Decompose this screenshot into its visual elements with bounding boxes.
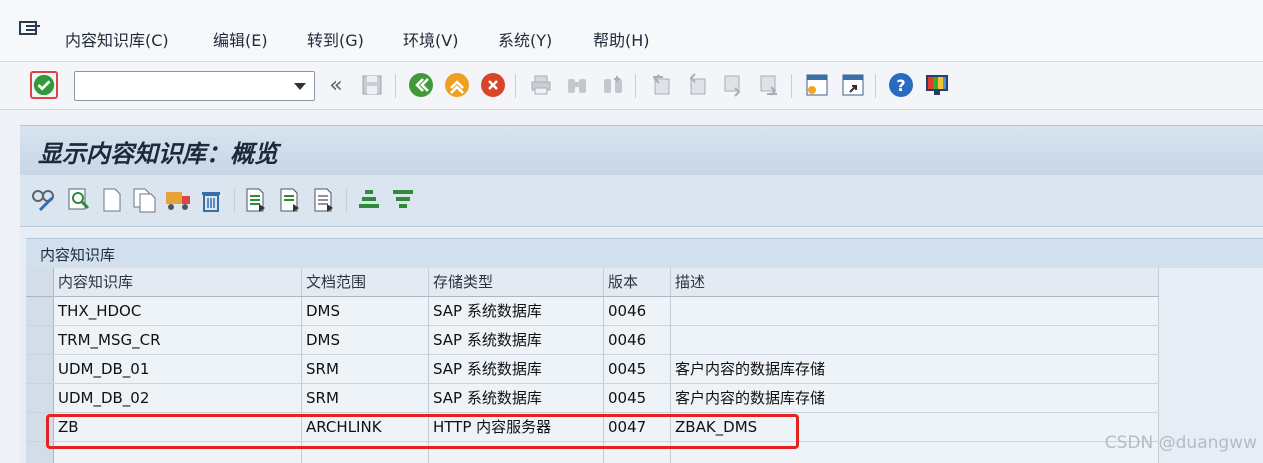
save-icon[interactable] [358,71,386,99]
cell-storage-type [429,442,604,463]
cell-document-area: SRM [302,355,429,383]
cell-repository: ZB [54,413,302,441]
watermark: CSDN @duangww [1104,433,1257,453]
sort-ascending-icon[interactable] [355,186,383,214]
cell-version: 0045 [604,355,671,383]
column-header-version[interactable]: 版本 [604,268,671,296]
row-selector[interactable] [26,413,54,441]
previous-page-icon[interactable] [683,71,711,99]
row-selector[interactable] [26,355,54,383]
cell-document-area: DMS [302,297,429,325]
menu-bar: 内容知识库(C) 编辑(E) 转到(G) 环境(V) 系统(Y) 帮助(H) [0,0,1263,62]
cell-document-area: DMS [302,326,429,354]
table-row[interactable]: UDM_DB_02 SRM SAP 系统数据库 0045 客户内容的数据库存储 [26,384,1159,413]
cell-repository: UDM_DB_02 [54,384,302,412]
section-header: 内容知识库 [26,238,1263,268]
copy-icon[interactable] [131,186,159,214]
command-input[interactable] [75,72,285,100]
column-header-storage-type[interactable]: 存储类型 [429,268,604,296]
cell-version: 0047 [604,413,671,441]
find-next-icon[interactable] [599,71,627,99]
cell-repository: UDM_DB_01 [54,355,302,383]
first-page-icon[interactable] [647,71,675,99]
details-icon[interactable] [65,186,93,214]
cancel-icon[interactable] [479,71,507,99]
cell-description [671,442,1159,463]
menu-content-repository[interactable]: 内容知识库(C) [65,27,169,51]
cell-repository: THX_HDOC [54,297,302,325]
cell-storage-type: SAP 系统数据库 [429,297,604,325]
help-icon[interactable]: ? [887,71,915,99]
print-icon[interactable] [527,71,555,99]
table-row[interactable]: ZB ARCHLINK HTTP 内容服务器 0047 ZBAK_DMS [26,413,1159,442]
row-selector[interactable] [26,297,54,325]
table-row[interactable]: THX_HDOC DMS SAP 系统数据库 0046 [26,297,1159,326]
chevron-down-icon[interactable] [294,83,306,90]
title-bar: 显示内容知识库：概览 [20,125,1263,175]
column-header-repository[interactable]: 内容知识库 [54,268,302,296]
transport-icon[interactable] [164,186,192,214]
application-toolbar [20,175,1263,227]
cell-description [671,297,1159,325]
row-selector[interactable] [26,326,54,354]
last-page-icon[interactable] [755,71,783,99]
cell-description: 客户内容的数据库存储 [671,384,1159,412]
delete-icon[interactable] [197,186,225,214]
sort-descending-icon[interactable] [389,186,417,214]
menu-toggle-icon[interactable] [18,18,44,40]
back-icon[interactable] [407,71,435,99]
menu-goto[interactable]: 转到(G) [307,27,364,51]
cell-document-area [302,442,429,463]
create-session-icon[interactable] [803,71,831,99]
cell-version: 0046 [604,326,671,354]
shortcut-icon[interactable] [839,71,867,99]
menu-environment[interactable]: 环境(V) [403,27,458,51]
table-row[interactable] [26,442,1159,463]
select-all-cell[interactable] [26,268,54,296]
cell-description: 客户内容的数据库存储 [671,355,1159,383]
cell-storage-type: HTTP 内容服务器 [429,413,604,441]
menu-help[interactable]: 帮助(H) [593,27,650,51]
cell-repository [54,442,302,463]
new-entry-icon[interactable] [98,186,126,214]
menu-edit[interactable]: 编辑(E) [213,27,268,51]
find-icon[interactable] [563,71,591,99]
select-all-icon[interactable] [242,186,270,214]
cell-storage-type: SAP 系统数据库 [429,355,604,383]
cell-version [604,442,671,463]
row-selector[interactable] [26,442,54,463]
select-block-icon[interactable] [276,186,304,214]
display-change-icon[interactable] [30,186,58,214]
cell-description [671,326,1159,354]
page-title: 显示内容知识库：概览 [38,139,278,168]
enter-check-icon[interactable] [30,71,58,99]
command-field[interactable] [74,71,315,101]
cell-repository: TRM_MSG_CR [54,326,302,354]
table-header-row: 内容知识库 文档范围 存储类型 版本 描述 [26,268,1159,297]
cell-storage-type: SAP 系统数据库 [429,326,604,354]
next-page-icon[interactable] [719,71,747,99]
deselect-all-icon[interactable] [310,186,338,214]
svg-text:?: ? [896,76,905,95]
cell-version: 0045 [604,384,671,412]
table-row[interactable]: TRM_MSG_CR DMS SAP 系统数据库 0046 [26,326,1159,355]
table-row[interactable]: UDM_DB_01 SRM SAP 系统数据库 0045 客户内容的数据库存储 [26,355,1159,384]
exit-icon[interactable] [443,71,471,99]
cell-document-area: SRM [302,384,429,412]
cell-version: 0046 [604,297,671,325]
column-header-document-area[interactable]: 文档范围 [302,268,429,296]
cell-storage-type: SAP 系统数据库 [429,384,604,412]
cell-description: ZBAK_DMS [671,413,1159,441]
column-header-description[interactable]: 描述 [671,268,1159,296]
section-title: 内容知识库 [40,246,116,264]
customize-layout-icon[interactable] [923,71,951,99]
cell-document-area: ARCHLINK [302,413,429,441]
standard-toolbar: « ? [0,62,1263,110]
collapse-toolbar-button[interactable]: « [322,71,350,99]
row-selector[interactable] [26,384,54,412]
menu-system[interactable]: 系统(Y) [498,27,552,51]
